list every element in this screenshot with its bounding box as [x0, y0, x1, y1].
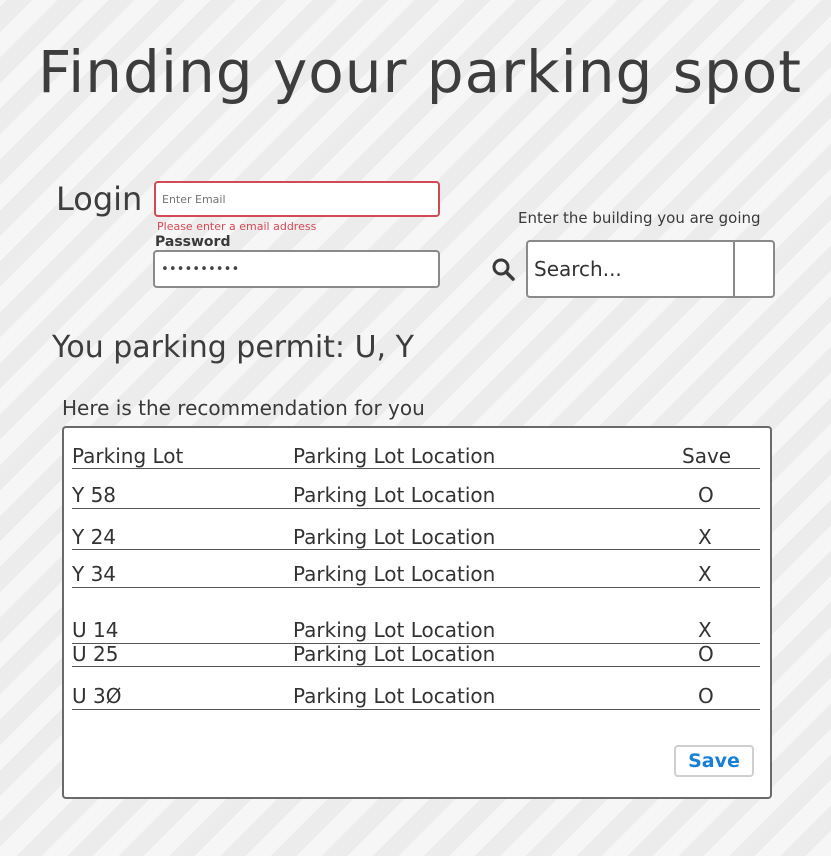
row-lot: U 14: [72, 618, 119, 642]
search-prompt: Enter the building you are going: [518, 209, 761, 227]
row-divider: [72, 709, 760, 710]
row-save-toggle[interactable]: X: [698, 525, 712, 549]
search-box: [526, 240, 775, 298]
row-lot: U 25: [72, 642, 119, 666]
page-title: Finding your parking spot: [38, 38, 802, 106]
row-lot: Y 34: [72, 562, 117, 586]
row-lot: Y 24: [72, 525, 117, 549]
row-location: Parking Lot Location: [293, 483, 496, 507]
column-header-save: Save: [682, 444, 732, 468]
header-divider: [72, 468, 760, 469]
save-button[interactable]: Save: [674, 745, 754, 777]
search-dropdown-button[interactable]: [735, 242, 773, 296]
row-lot: U 3Ø: [72, 684, 122, 708]
row-save-toggle[interactable]: O: [698, 642, 714, 666]
row-save-toggle[interactable]: X: [698, 618, 712, 642]
row-location: Parking Lot Location: [293, 525, 496, 549]
row-divider: [72, 587, 760, 588]
row-divider: [72, 666, 760, 667]
column-header-lot: Parking Lot: [72, 444, 184, 468]
row-location: Parking Lot Location: [293, 618, 496, 642]
row-lot: Y 58: [72, 483, 117, 507]
search-input[interactable]: [532, 250, 732, 288]
recommendation-panel: [62, 426, 772, 799]
row-location: Parking Lot Location: [293, 562, 496, 586]
password-label: Password: [155, 234, 231, 250]
row-location: Parking Lot Location: [293, 684, 496, 708]
email-error-message: Please enter a email address: [157, 220, 317, 233]
email-field[interactable]: [154, 181, 440, 217]
row-save-toggle[interactable]: X: [698, 562, 712, 586]
row-save-toggle[interactable]: O: [698, 483, 714, 507]
parking-permit: You parking permit: U, Y: [52, 330, 414, 365]
search-icon[interactable]: [489, 255, 517, 283]
recommendation-heading: Here is the recommendation for you: [62, 396, 425, 420]
row-divider: [72, 508, 760, 509]
row-divider: [72, 549, 760, 550]
password-field[interactable]: [153, 250, 440, 288]
login-label: Login: [56, 180, 143, 218]
row-location: Parking Lot Location: [293, 642, 496, 666]
column-header-location: Parking Lot Location: [293, 444, 496, 468]
row-save-toggle[interactable]: O: [698, 684, 714, 708]
